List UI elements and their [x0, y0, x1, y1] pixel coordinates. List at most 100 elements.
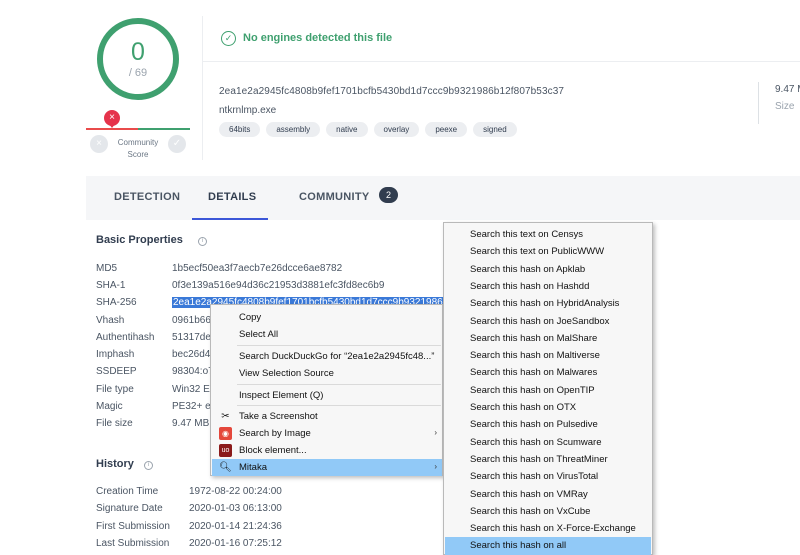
property-value: 98304:o7: [172, 366, 214, 377]
tag[interactable]: 64bits: [219, 122, 261, 137]
history-value: 2020-01-14 21:24:36: [189, 521, 282, 532]
tag[interactable]: assembly: [266, 122, 321, 137]
history-value: 2020-01-16 07:25:12: [189, 538, 282, 549]
ublock-shield-icon: uo: [219, 444, 232, 457]
property-label: SHA-256: [96, 297, 137, 308]
detection-status-text: No engines detected this file: [243, 32, 393, 44]
camera-icon: ◉: [219, 427, 232, 440]
history-value: 1972-08-22 00:24:00: [189, 486, 282, 497]
property-value: bec26d4: [172, 349, 211, 360]
menu-item-view-selection-source[interactable]: View Selection Source: [212, 365, 442, 382]
property-label: File size: [96, 418, 133, 429]
property-label: SSDEEP: [96, 366, 137, 377]
property-label: Authentihash: [96, 332, 155, 343]
property-value: 1b5ecf50ea3f7aecb7e26dcce6ae8782: [172, 263, 343, 274]
tag[interactable]: signed: [473, 122, 517, 137]
property-label: MD5: [96, 263, 118, 274]
file-name: ntkrnlmp.exe: [219, 105, 277, 116]
submenu-item[interactable]: Search this hash on OpenTIP: [445, 382, 651, 399]
tab-community[interactable]: COMMUNITY: [299, 191, 370, 203]
submenu-item[interactable]: Search this hash on ThreatMiner: [445, 451, 651, 468]
property-value: 51317de: [172, 332, 211, 343]
property-value: 0f3e139a516e94d36c21953d3881efc3fd8ec6b9: [172, 280, 385, 291]
submenu-item[interactable]: Search this hash on Hashdd: [445, 278, 651, 295]
detection-status-bar: ✓ No engines detected this file: [203, 16, 800, 62]
tab-bar: DETECTION DETAILS COMMUNITY 2: [86, 176, 800, 220]
history-heading: History: [96, 458, 134, 470]
property-value: Win32 E: [172, 384, 210, 395]
submenu-item[interactable]: Search this hash on VMRay: [445, 486, 651, 503]
info-icon[interactable]: i: [144, 461, 153, 470]
detection-count: 0: [131, 38, 145, 66]
property-value: 9.47 MB: [172, 418, 210, 429]
file-tags: 64bits assembly native overlay peexe sig…: [219, 122, 517, 137]
history-label: Signature Date: [96, 503, 163, 514]
menu-item-search-duckduckgo[interactable]: Search DuckDuckGo for “2ea1e2a2945fc48..…: [212, 348, 442, 365]
menu-separator: [237, 384, 441, 385]
chevron-right-icon: ›: [434, 462, 437, 471]
submenu-item[interactable]: Search this hash on Scumware: [445, 434, 651, 451]
tab-details[interactable]: DETAILS: [208, 191, 256, 203]
file-hash: 2ea1e2a2945fc4808b9fef1701bcfb5430bd1d7c…: [219, 86, 565, 97]
chevron-right-icon: ›: [434, 428, 437, 437]
property-label: Imphash: [96, 349, 135, 360]
tag[interactable]: native: [326, 122, 368, 137]
menu-item-take-screenshot[interactable]: ✂ Take a Screenshot: [212, 408, 442, 425]
file-size-value: 9.47 MB: [775, 84, 800, 95]
submenu-item[interactable]: Search this hash on Pulsedive: [445, 416, 651, 433]
menu-item-select-all[interactable]: Select All: [212, 326, 442, 343]
tag[interactable]: overlay: [373, 122, 420, 137]
property-label: Magic: [96, 401, 123, 412]
detection-score-ring: 0 / 69: [97, 18, 179, 100]
history-label: Creation Time: [96, 486, 159, 497]
submenu-item[interactable]: Search this hash on MalShare: [445, 330, 651, 347]
property-value: PE32+ e: [172, 401, 211, 412]
history-value: 2020-01-03 06:13:00: [189, 503, 282, 514]
history-label: Last Submission: [96, 538, 170, 549]
menu-item-copy[interactable]: Copy: [212, 309, 442, 326]
menu-separator: [237, 345, 441, 346]
menu-item-search-by-image[interactable]: ◉ Search by Image ›: [212, 425, 442, 442]
property-label: SHA-1: [96, 280, 126, 291]
magnifier-icon: 🔍︎: [219, 462, 232, 473]
community-count-badge: 2: [379, 187, 398, 203]
menu-separator: [237, 405, 441, 406]
property-label: File type: [96, 384, 134, 395]
submenu-item[interactable]: Search this hash on JoeSandbox: [445, 313, 651, 330]
mitaka-submenu: Search this text on Censys Search this t…: [443, 222, 653, 555]
submenu-item[interactable]: Search this hash on OTX: [445, 399, 651, 416]
property-value: 0961b66: [172, 315, 211, 326]
submenu-item[interactable]: Search this hash on VxCube: [445, 503, 651, 520]
basic-properties-heading: Basic Properties: [96, 234, 183, 246]
submenu-item[interactable]: Search this hash on HybridAnalysis: [445, 295, 651, 312]
submenu-item[interactable]: Search this text on Censys: [445, 226, 651, 243]
menu-item-mitaka[interactable]: 🔍︎ Mitaka ›: [212, 459, 442, 476]
vote-up-button[interactable]: ✓: [168, 135, 186, 153]
file-size-label: Size: [775, 101, 795, 112]
tab-detection[interactable]: DETECTION: [114, 191, 180, 203]
active-tab-underline: [192, 218, 268, 220]
submenu-item[interactable]: Search this hash on X-Force-Exchange: [445, 520, 651, 537]
property-label: Vhash: [96, 315, 125, 326]
community-score-bar: [86, 128, 190, 130]
scissors-icon: ✂: [221, 411, 230, 422]
tag[interactable]: peexe: [425, 122, 468, 137]
engine-total: / 69: [128, 67, 148, 79]
size-divider: [758, 82, 759, 124]
community-score-marker: ×: [104, 110, 120, 128]
community-score-label: Community Score: [117, 138, 159, 159]
context-menu: Copy Select All Search DuckDuckGo for “2…: [210, 304, 443, 476]
check-circle-icon: ✓: [221, 31, 236, 46]
submenu-item[interactable]: Search this hash on VirusTotal: [445, 468, 651, 485]
submenu-item[interactable]: Search this hash on Apklab: [445, 261, 651, 278]
info-icon[interactable]: i: [198, 237, 207, 246]
submenu-item-search-all[interactable]: Search this hash on all: [445, 537, 651, 555]
vote-down-button[interactable]: ×: [90, 135, 108, 153]
submenu-item[interactable]: Search this text on PublicWWW: [445, 243, 651, 260]
submenu-item[interactable]: Search this hash on Malwares: [445, 364, 651, 381]
menu-item-block-element[interactable]: uo Block element...: [212, 442, 442, 459]
file-summary-panel: ✓ No engines detected this file 2ea1e2a2…: [202, 16, 800, 160]
submenu-item[interactable]: Search this hash on Maltiverse: [445, 347, 651, 364]
menu-item-inspect-element[interactable]: Inspect Element (Q): [212, 387, 442, 404]
history-label: First Submission: [96, 521, 170, 532]
